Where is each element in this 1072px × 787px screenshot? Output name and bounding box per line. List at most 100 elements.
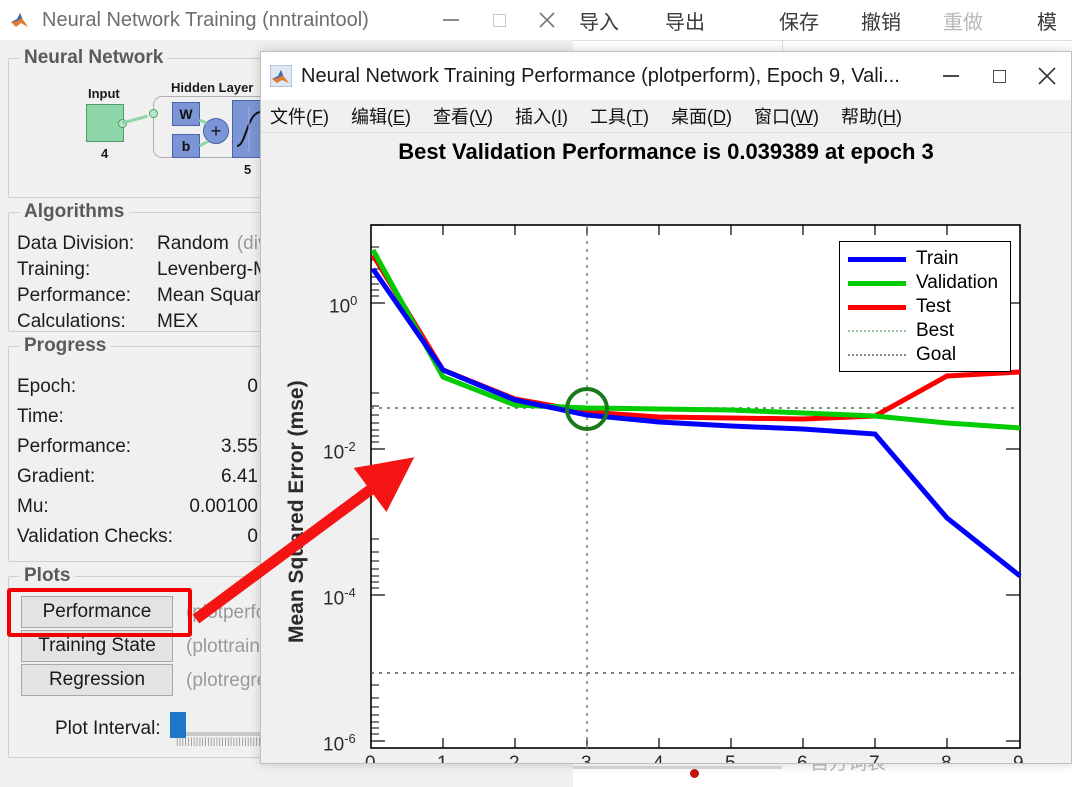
plot-maximize-button[interactable] bbox=[975, 52, 1023, 100]
nntraintool-titlebar[interactable]: Neural Network Training (nntraintool) bbox=[0, 0, 573, 40]
algorithm-key-performance: Performance: bbox=[17, 285, 132, 306]
regression-button[interactable]: Regression bbox=[21, 664, 173, 696]
legend-swatch-goal bbox=[848, 354, 906, 356]
algorithm-row-data-division: Data Division: Random (divi bbox=[17, 233, 272, 255]
menu-insert[interactable]: 插入(I) bbox=[515, 103, 568, 129]
legend-swatch-test bbox=[848, 304, 906, 310]
chart-legend: Train Validation Test Best Goal bbox=[839, 241, 1011, 372]
algorithm-key-calculations: Calculations: bbox=[17, 311, 126, 332]
toolbar-item-import[interactable]: 导入 bbox=[563, 6, 635, 35]
legend-label-train: Train bbox=[916, 248, 959, 269]
performance-fn-label: (plotperfo bbox=[186, 602, 267, 623]
legend-item-goal: Goal bbox=[848, 343, 1002, 367]
progress-value-gradient: 6.41 bbox=[221, 466, 258, 487]
algorithm-value-training: Levenberg-M bbox=[157, 259, 269, 280]
menu-edit-mnemonic: E bbox=[393, 107, 406, 127]
legend-item-train: Train bbox=[848, 247, 1002, 271]
plots-group-title: Plots bbox=[19, 565, 76, 587]
hidden-node-dot bbox=[149, 109, 158, 118]
regression-fn-label: (plotregre bbox=[186, 670, 268, 691]
menu-help-mnemonic: H bbox=[883, 107, 897, 127]
progress-value-epoch: 0 bbox=[247, 376, 258, 397]
menu-file-label: 文件 bbox=[270, 107, 306, 127]
menu-view-mnemonic: V bbox=[475, 107, 488, 127]
legend-swatch-best bbox=[848, 330, 906, 332]
plot-titlebar[interactable]: Neural Network Training Performance (plo… bbox=[261, 52, 1071, 100]
algorithm-row-performance: Performance: Mean Squared bbox=[17, 285, 282, 307]
menu-desktop-mnemonic: D bbox=[713, 107, 727, 127]
plot-minimize-button[interactable] bbox=[927, 52, 975, 100]
menu-insert-mnemonic: I bbox=[557, 107, 563, 127]
algorithm-row-calculations: Calculations: MEX bbox=[17, 311, 198, 333]
plot-window-title: Neural Network Training Performance (plo… bbox=[301, 64, 900, 87]
input-label: Input bbox=[88, 86, 120, 101]
menu-edit-label: 编辑 bbox=[351, 107, 387, 127]
background-toolbar: 导入 导出 保存 撤销 重做 模 bbox=[563, 0, 1072, 41]
legend-label-best: Best bbox=[916, 320, 955, 341]
menu-desktop[interactable]: 桌面(D) bbox=[671, 103, 732, 129]
plot-close-button[interactable] bbox=[1023, 52, 1071, 100]
progress-value-validation-checks: 0 bbox=[247, 526, 258, 547]
menu-help[interactable]: 帮助(H) bbox=[841, 103, 902, 129]
algorithms-group-title: Algorithms bbox=[19, 201, 130, 223]
weight-label: W bbox=[179, 106, 193, 122]
menu-edit[interactable]: 编辑(E) bbox=[351, 103, 411, 129]
bias-block: b bbox=[172, 134, 200, 158]
legend-item-validation: Validation bbox=[848, 271, 1002, 295]
menu-window-label: 窗口 bbox=[754, 107, 791, 127]
chart-plot-svg bbox=[370, 224, 1022, 749]
input-count-label: 4 bbox=[101, 146, 109, 161]
legend-label-test: Test bbox=[916, 296, 951, 317]
legend-label-validation: Validation bbox=[916, 272, 999, 293]
toolbar-item-model[interactable]: 模 bbox=[1021, 6, 1072, 35]
toolbar-item-export[interactable]: 导出 bbox=[649, 6, 721, 35]
menu-view[interactable]: 查看(V) bbox=[433, 103, 493, 129]
plot-window-controls bbox=[927, 52, 1071, 92]
menu-file[interactable]: 文件(F) bbox=[270, 103, 329, 129]
plot-matlab-logo-icon bbox=[269, 64, 293, 88]
plot-window: Neural Network Training Performance (plo… bbox=[260, 51, 1072, 764]
algorithm-value-calculations: MEX bbox=[157, 311, 199, 332]
menu-tools-label: 工具 bbox=[590, 107, 627, 127]
plot-interval-slider-thumb[interactable] bbox=[170, 712, 186, 738]
nntraintool-window-controls bbox=[427, 0, 571, 40]
menu-file-mnemonic: F bbox=[312, 107, 323, 127]
menu-view-label: 查看 bbox=[433, 107, 470, 127]
progress-value-mu: 0.00100 bbox=[189, 496, 258, 517]
menu-insert-label: 插入 bbox=[515, 107, 552, 127]
bias-label: b bbox=[181, 138, 191, 154]
menu-tools-mnemonic: T bbox=[632, 107, 644, 127]
plot-interval-label: Plot Interval: bbox=[55, 718, 161, 739]
progress-key-mu: Mu: bbox=[17, 496, 49, 517]
training-state-button-label: Training State bbox=[38, 635, 156, 656]
nntraintool-close-button[interactable] bbox=[523, 0, 571, 40]
menu-help-label: 帮助 bbox=[841, 107, 878, 127]
plot-menubar: 文件(F) 编辑(E) 查看(V) 插入(I) 工具(T) 桌面(D) 窗口(W… bbox=[261, 100, 1071, 133]
performance-highlight-box bbox=[7, 588, 192, 637]
menu-tools[interactable]: 工具(T) bbox=[590, 103, 649, 129]
progress-key-performance: Performance: bbox=[17, 436, 132, 457]
legend-swatch-train bbox=[848, 256, 906, 262]
progress-key-epoch: Epoch: bbox=[17, 376, 77, 397]
progress-value-performance: 3.55 bbox=[221, 436, 258, 457]
plot-canvas: Best Validation Performance is 0.039389 … bbox=[261, 133, 1071, 763]
progress-group-title: Progress bbox=[19, 335, 112, 357]
regression-button-label: Regression bbox=[48, 669, 146, 690]
algorithm-value-data-division: Random bbox=[157, 233, 229, 254]
menu-window-mnemonic: W bbox=[796, 107, 814, 127]
toolbar-item-save[interactable]: 保存 bbox=[763, 6, 835, 35]
sum-label: + bbox=[210, 120, 222, 141]
algorithm-row-training: Training: Levenberg-M bbox=[17, 259, 269, 281]
algorithm-key-training: Training: bbox=[17, 259, 91, 280]
background-scroll-track[interactable] bbox=[572, 766, 782, 769]
nntraintool-minimize-button[interactable] bbox=[427, 0, 475, 40]
matlab-logo-icon bbox=[10, 9, 32, 31]
legend-item-test: Test bbox=[848, 295, 1002, 319]
legend-swatch-validation bbox=[848, 280, 906, 286]
training-state-fn-label: (plottrains bbox=[186, 636, 270, 657]
nntraintool-maximize-button[interactable] bbox=[475, 0, 523, 40]
weight-block: W bbox=[172, 102, 200, 126]
menu-window[interactable]: 窗口(W) bbox=[754, 103, 819, 129]
toolbar-item-undo[interactable]: 撤销 bbox=[845, 6, 917, 35]
progress-key-gradient: Gradient: bbox=[17, 466, 96, 487]
